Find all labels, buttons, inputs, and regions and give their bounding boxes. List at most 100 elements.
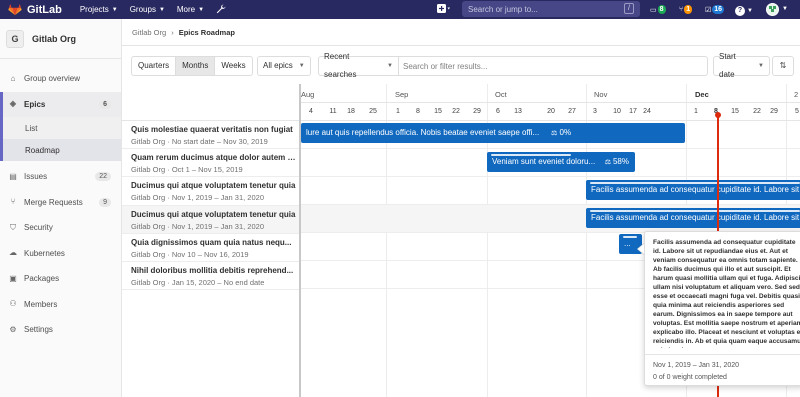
filter-search-input[interactable]: Search or filter results... bbox=[398, 56, 708, 76]
shield-icon: ⛉ bbox=[10, 222, 16, 232]
merge-request-icon: ⑂ bbox=[679, 6, 684, 13]
day-label: 1 bbox=[396, 108, 400, 115]
sidebar-item-label: Kubernetes bbox=[24, 248, 65, 258]
month-label-current: Dec bbox=[695, 90, 709, 99]
sort-dropdown[interactable]: Start date ▼ bbox=[713, 52, 770, 79]
gitlab-logo-icon bbox=[8, 3, 22, 16]
epic-title[interactable]: Nihil doloribus mollitia debitis reprehe… bbox=[131, 266, 296, 275]
recent-searches-label: Recent searches bbox=[324, 52, 357, 79]
merge-requests-count: 1 bbox=[684, 5, 693, 14]
group-sidebar: G Gitlab Org ⌂ Group overview ◈ Epics 6 … bbox=[0, 19, 122, 397]
sort-direction-button[interactable]: ⇅ bbox=[772, 56, 794, 76]
day-label: 5 bbox=[795, 108, 799, 115]
timeframe-preset-toggle: Quarters Months Weeks bbox=[131, 56, 253, 76]
epic-timeline-bar[interactable]: Veniam sunt eveniet doloru... ⚖ 58% bbox=[487, 152, 635, 172]
sidebar-subitem-roadmap[interactable]: Roadmap bbox=[3, 139, 121, 161]
epic-progress-label: ⚖ 58% bbox=[605, 152, 629, 172]
issues-icon: ▭ bbox=[650, 6, 657, 14]
sidebar-item-security[interactable]: ⛉ Security bbox=[0, 215, 121, 241]
sidebar-item-epics[interactable]: ◈ Epics 6 bbox=[0, 91, 121, 117]
day-label: 8 bbox=[416, 108, 420, 115]
sidebar-item-members[interactable]: ⚇ Members bbox=[0, 292, 121, 318]
chevron-right-icon: › bbox=[171, 27, 174, 37]
month-label: 2 bbox=[794, 90, 799, 99]
admin-wrench-icon[interactable] bbox=[216, 4, 226, 16]
day-label: 4 bbox=[309, 108, 313, 115]
breadcrumb-current[interactable]: Epics Roadmap bbox=[179, 28, 235, 37]
popover-arrow-fill bbox=[638, 244, 644, 254]
day-label: 27 bbox=[568, 108, 576, 115]
chevron-down-icon[interactable]: ▼ bbox=[782, 6, 788, 12]
chevron-down-icon: ▼ bbox=[298, 63, 305, 69]
epic-row[interactable]: Quis molestiae quaerat veritatis non fug… bbox=[122, 121, 299, 150]
epic-progress-bar bbox=[590, 210, 800, 212]
sidebar-item-label: Merge Requests bbox=[24, 197, 83, 207]
group-header[interactable]: G Gitlab Org bbox=[0, 19, 121, 59]
gitlab-logo[interactable]: GitLab bbox=[8, 3, 62, 16]
epic-bar-title: ... bbox=[624, 239, 631, 248]
chevron-down-icon: ▼ bbox=[387, 63, 393, 69]
epic-title[interactable]: Ducimus qui atque voluptatem tenetur qui… bbox=[131, 181, 296, 190]
issues-counter[interactable]: ▭ 8 bbox=[650, 4, 666, 15]
user-avatar[interactable] bbox=[766, 3, 779, 16]
month-label: Aug bbox=[301, 90, 315, 99]
help-menu[interactable]: ? ▼ bbox=[735, 4, 753, 16]
sidebar-item-settings[interactable]: ⚙ Settings bbox=[0, 317, 121, 343]
day-label: 15 bbox=[434, 108, 442, 115]
more-menu[interactable]: More ▼ bbox=[177, 5, 204, 14]
group-avatar: G bbox=[6, 29, 24, 48]
sidebar-item-label: Packages bbox=[24, 274, 60, 284]
groups-menu-label: Groups bbox=[129, 5, 156, 14]
group-name: Gitlab Org bbox=[32, 33, 77, 44]
issues-icon: ▤ bbox=[9, 171, 17, 181]
global-search-input[interactable]: Search or jump to... / bbox=[462, 1, 640, 17]
groups-menu[interactable]: Groups ▼ bbox=[130, 5, 165, 14]
preset-months[interactable]: Months bbox=[176, 57, 216, 75]
breadcrumb: Gitlab Org › Epics Roadmap bbox=[132, 24, 235, 40]
search-shortcut-key: / bbox=[624, 3, 634, 14]
epic-title[interactable]: Ducimus qui atque voluptatem tenetur qui… bbox=[131, 210, 296, 219]
chevron-down-icon: ▼ bbox=[111, 6, 118, 13]
epic-timeline-bar[interactable]: lure aut quis repellendus officia. Nobis… bbox=[301, 123, 685, 143]
todos-counter[interactable]: ☑ 16 bbox=[705, 4, 725, 15]
epic-row[interactable]: Ducimus qui atque voluptatem tenetur qui… bbox=[122, 177, 299, 206]
merge-requests-counter[interactable]: ⑂ 1 bbox=[679, 4, 693, 15]
epic-row[interactable]: Quam rerum ducimus atque dolor autem sun… bbox=[122, 149, 299, 178]
settings-icon: ⚙ bbox=[9, 324, 17, 334]
day-label: 3 bbox=[593, 108, 597, 115]
timeline-row: Facilis assumenda ad consequatur cupidit… bbox=[301, 205, 800, 233]
sidebar-item-group-overview[interactable]: ⌂ Group overview bbox=[0, 66, 121, 92]
sidebar-item-merge-requests[interactable]: ⑂ Merge Requests 9 bbox=[0, 190, 121, 216]
epic-row[interactable]: Quia dignissimos quam quia natus nequ...… bbox=[122, 234, 299, 262]
epic-bar-title: Facilis assumenda ad consequatur cupidit… bbox=[591, 213, 800, 222]
epic-meta: Gitlab Org · Nov 1, 2019 – Jan 31, 2020 bbox=[131, 221, 264, 231]
top-navbar: GitLab Projects ▼ Groups ▼ More ▼ Search or… bbox=[0, 0, 800, 19]
popover-epic-title: Facilis assumenda ad consequatur cupidit… bbox=[653, 239, 800, 348]
preset-quarters[interactable]: Quarters bbox=[132, 57, 177, 75]
day-label: 22 bbox=[753, 108, 761, 115]
sidebar-subitem-list[interactable]: List bbox=[3, 117, 121, 139]
epic-title[interactable]: Quis molestiae quaerat veritatis non fug… bbox=[131, 125, 296, 134]
sidebar-item-kubernetes[interactable]: ☁ Kubernetes bbox=[0, 241, 121, 267]
popover-divider bbox=[645, 354, 800, 355]
epic-title[interactable]: Quia dignissimos quam quia natus nequ... bbox=[131, 238, 296, 247]
recent-searches-dropdown[interactable]: Recent searches ▼ bbox=[318, 52, 399, 79]
breadcrumb-group[interactable]: Gitlab Org bbox=[132, 28, 166, 37]
issues-count-badge: 22 bbox=[95, 172, 111, 182]
epic-row[interactable]: Nihil doloribus mollitia debitis reprehe… bbox=[122, 262, 299, 291]
epic-timeline-bar[interactable]: Facilis assumenda ad consequatur cupidit… bbox=[586, 180, 800, 200]
sidebar-item-packages[interactable]: ▣ Packages bbox=[0, 266, 121, 292]
preset-weeks[interactable]: Weeks bbox=[215, 57, 251, 75]
home-icon: ⌂ bbox=[10, 73, 16, 83]
projects-menu[interactable]: Projects ▼ bbox=[80, 5, 118, 14]
sidebar-item-label: Group overview bbox=[24, 74, 81, 84]
epic-title[interactable]: Quam rerum ducimus atque dolor autem sun… bbox=[131, 153, 296, 162]
new-item-plus-icon[interactable] bbox=[437, 4, 451, 16]
epics-state-dropdown[interactable]: All epics ▼ bbox=[257, 56, 311, 76]
day-label: 24 bbox=[643, 108, 651, 115]
epic-timeline-bar[interactable]: Facilis assumenda ad consequatur cupidit… bbox=[586, 208, 800, 228]
sidebar-item-issues[interactable]: ▤ Issues 22 bbox=[0, 164, 121, 190]
epic-progress-label: ⚖ 0% bbox=[551, 123, 571, 143]
epic-row[interactable]: Ducimus qui atque voluptatem tenetur qui… bbox=[122, 205, 299, 234]
epic-meta: Gitlab Org · Oct 1 – Nov 15, 2019 bbox=[131, 165, 243, 175]
